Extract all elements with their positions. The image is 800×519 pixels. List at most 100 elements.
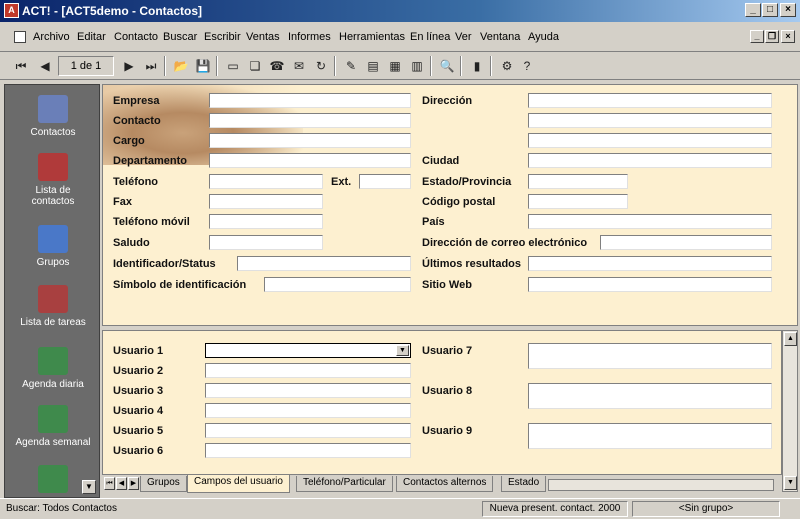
minimize-button[interactable]: _ [745, 3, 761, 17]
codigo-postal-field[interactable] [528, 194, 628, 209]
doc-close-button[interactable]: × [781, 30, 795, 43]
email-icon[interactable]: ✉ [290, 57, 308, 75]
tab-contactos-alternos[interactable]: Contactos alternos [396, 476, 494, 492]
tab-campos-usuario[interactable]: Campos del usuario [187, 475, 290, 493]
sidebar-item-tareas[interactable]: Lista de tareas [5, 285, 101, 328]
label-telefono: Teléfono [113, 176, 159, 188]
tools-icon[interactable]: ⚙ [498, 57, 516, 75]
ext-field[interactable] [359, 174, 411, 189]
vertical-scrollbar[interactable]: ▲ ▼ [782, 330, 798, 492]
usuario-9-field[interactable] [528, 423, 772, 449]
usuario-4-field[interactable] [205, 403, 411, 418]
copy-icon[interactable]: ❏ [246, 57, 264, 75]
label-usuario-4: Usuario 4 [113, 405, 164, 417]
menu-editar[interactable]: Editar [77, 31, 106, 43]
usuario-1-dropdown[interactable]: ▼ [205, 343, 411, 358]
layout-icon[interactable]: ▥ [408, 57, 426, 75]
pais-field[interactable] [528, 214, 772, 229]
direccion-field-1[interactable] [528, 93, 772, 108]
edit-note-icon[interactable]: ✎ [342, 57, 360, 75]
label-departamento: Departamento [113, 155, 187, 167]
maximize-button[interactable]: □ [762, 3, 778, 17]
menu-archivo[interactable]: Archivo [33, 31, 70, 43]
usuario-8-field[interactable] [528, 383, 772, 409]
horizontal-scrollbar[interactable] [548, 479, 774, 491]
menu-contacto[interactable]: Contacto [114, 31, 158, 43]
usuario-6-field[interactable] [205, 443, 411, 458]
menu-ayuda[interactable]: Ayuda [528, 31, 559, 43]
tab-estado[interactable]: Estado [501, 476, 547, 492]
direccion-field-3[interactable] [528, 133, 772, 148]
menu-buscar[interactable]: Buscar [163, 31, 197, 43]
menu-herramientas[interactable]: Herramientas [339, 31, 405, 43]
sidebar-item-label: Contactos [30, 127, 76, 138]
label-identificador: Identificador/Status [113, 258, 216, 270]
movil-field[interactable] [209, 214, 323, 229]
fax-field[interactable] [209, 194, 323, 209]
tab-telefono-particular[interactable]: Teléfono/Particular [296, 476, 393, 492]
ciudad-field[interactable] [528, 153, 772, 168]
menu-en-linea[interactable]: En línea [410, 31, 450, 43]
last-record-icon[interactable]: ⏭ [142, 57, 160, 75]
sidebar-scroll-down-button[interactable]: ▼ [82, 480, 96, 494]
close-button[interactable]: × [780, 3, 796, 17]
saludo-field[interactable] [209, 235, 323, 250]
sidebar-item-contactos[interactable]: Contactos [5, 95, 101, 138]
usuario-5-field[interactable] [205, 423, 411, 438]
contacto-field[interactable] [209, 113, 411, 128]
layout-tabs: ⏮ ◀ ▶ Grupos Campos del usuario Teléfono… [102, 475, 782, 493]
sidebar-item-agenda-semanal[interactable]: Agenda semanal [5, 405, 101, 448]
menu-ventana[interactable]: Ventana [480, 31, 520, 43]
tab-next-icon[interactable]: ▶ [128, 477, 139, 490]
record-position: 1 de 1 [58, 56, 114, 76]
sidebar-item-label: Agenda semanal [15, 437, 91, 448]
tab-prev-icon[interactable]: ◀ [116, 477, 127, 490]
notes-icon[interactable]: ▤ [364, 57, 382, 75]
identificador-field[interactable] [237, 256, 411, 271]
first-record-icon[interactable]: ⏮ [12, 57, 30, 75]
doc-minimize-button[interactable]: _ [750, 30, 764, 43]
history-icon[interactable]: ▦ [386, 57, 404, 75]
departamento-field[interactable] [209, 153, 411, 168]
open-folder-icon[interactable]: 📂 [172, 57, 190, 75]
save-icon[interactable]: 💾 [194, 57, 212, 75]
lookup-icon[interactable]: 🔍 [438, 57, 456, 75]
menu-escribir[interactable]: Escribir [204, 31, 241, 43]
palm-sync-icon[interactable]: ▮ [468, 57, 486, 75]
attach-icon[interactable]: ↻ [312, 57, 330, 75]
menu-ventas[interactable]: Ventas [246, 31, 280, 43]
sidebar-item-agenda-diaria[interactable]: Agenda diaria [5, 347, 101, 390]
sidebar-item-label: Lista de contactos [31, 185, 75, 207]
document-icon[interactable] [14, 31, 26, 43]
sidebar-item-lista-contactos[interactable]: Lista de contactos [5, 153, 101, 207]
simbolo-field[interactable] [264, 277, 411, 292]
correo-field[interactable] [600, 235, 772, 250]
next-record-icon[interactable]: ▶ [120, 57, 138, 75]
telefono-field[interactable] [209, 174, 323, 189]
cargo-field[interactable] [209, 133, 411, 148]
sidebar-item-grupos[interactable]: Grupos [5, 225, 101, 268]
tab-first-icon[interactable]: ⏮ [104, 477, 115, 490]
usuario-7-field[interactable] [528, 343, 772, 369]
phone-icon[interactable]: ☎ [268, 57, 286, 75]
scroll-up-icon[interactable]: ▲ [784, 332, 797, 346]
act-app-icon[interactable]: A [4, 3, 19, 18]
print-icon[interactable]: ▭ [224, 57, 242, 75]
usuario-3-field[interactable] [205, 383, 411, 398]
prev-record-icon[interactable]: ◀ [36, 57, 54, 75]
ultimos-resultados-field[interactable] [528, 256, 772, 271]
menu-ver[interactable]: Ver [455, 31, 472, 43]
doc-restore-button[interactable]: ❐ [765, 30, 779, 43]
estado-field[interactable] [528, 174, 628, 189]
chevron-down-icon[interactable]: ▼ [396, 345, 409, 356]
empresa-field[interactable] [209, 93, 411, 108]
direccion-field-2[interactable] [528, 113, 772, 128]
view-bar: Contactos Lista de contactos Grupos List… [4, 84, 100, 498]
usuario-2-field[interactable] [205, 363, 411, 378]
help-icon[interactable]: ? [518, 57, 536, 75]
menu-informes[interactable]: Informes [288, 31, 331, 43]
tab-grupos[interactable]: Grupos [140, 476, 187, 492]
label-usuario-2: Usuario 2 [113, 365, 164, 377]
sitio-web-field[interactable] [528, 277, 772, 292]
scroll-down-icon[interactable]: ▼ [784, 476, 797, 490]
